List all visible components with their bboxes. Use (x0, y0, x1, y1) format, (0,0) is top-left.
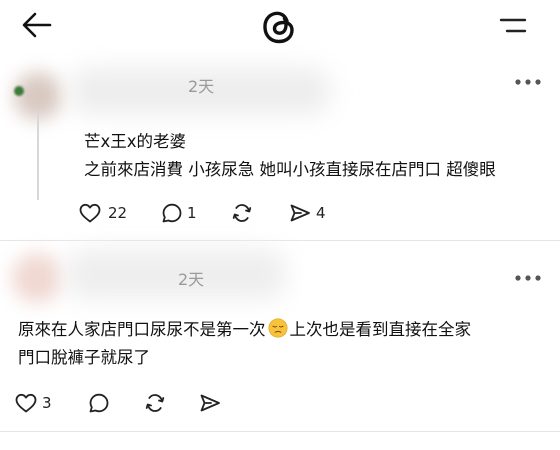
more-options-icon[interactable] (514, 78, 542, 86)
repost-icon (145, 394, 165, 412)
heart-icon (79, 203, 101, 223)
like-count: 22 (108, 204, 128, 222)
post-text-segment: 原來在人家店門口尿尿不是第一次 (18, 320, 266, 339)
post: 2天 芒x王x的老婆 之前來店消費 小孩尿急 她叫小孩直接尿在店門口 超傻眼 2… (0, 56, 560, 240)
divider (0, 431, 560, 432)
post-timestamp: 2天 (178, 270, 205, 289)
share-button[interactable]: 4 (288, 201, 326, 225)
like-button[interactable]: 22 (78, 201, 127, 225)
thread-line (37, 112, 39, 200)
comment-icon (162, 203, 182, 223)
menu-lines-icon[interactable] (498, 14, 528, 38)
share-count: 4 (316, 204, 326, 222)
post-text-line: 門口脫褲子就尿了 (18, 348, 150, 367)
share-button[interactable] (198, 391, 222, 415)
repost-icon (232, 204, 252, 222)
post-timestamp: 2天 (188, 77, 215, 96)
send-icon (290, 204, 310, 222)
send-icon (200, 394, 220, 412)
post-text-segment: 上次也是看到直接在全家 (289, 320, 472, 339)
heart-icon (15, 393, 37, 413)
post-text-line: 芒x王x的老婆 (84, 132, 187, 151)
reply-count: 1 (187, 204, 197, 222)
post: 2天 原來在人家店門口尿尿不是第一次 上次也是看到直接在全家 門口脫褲子就尿了 … (0, 241, 560, 450)
like-button[interactable]: 3 (14, 391, 52, 415)
like-count: 3 (42, 394, 52, 412)
post-text-line: 原來在人家店門口尿尿不是第一次 上次也是看到直接在全家 (18, 316, 471, 344)
username[interactable] (66, 249, 286, 299)
comment-icon (89, 393, 109, 413)
pensive-face-emoji (268, 318, 287, 338)
reply-button[interactable] (87, 391, 111, 415)
threads-logo-icon[interactable] (258, 6, 300, 48)
reply-button[interactable]: 1 (160, 201, 197, 225)
more-options-icon[interactable] (514, 274, 542, 282)
repost-button[interactable] (143, 391, 167, 415)
post-text-line: 之前來店消費 小孩尿急 她叫小孩直接尿在店門口 超傻眼 (84, 160, 496, 179)
top-bar (0, 0, 560, 56)
arrow-left-icon[interactable] (22, 12, 52, 38)
avatar[interactable] (12, 253, 62, 303)
repost-button[interactable] (230, 201, 254, 225)
avatar-badge (14, 86, 24, 96)
